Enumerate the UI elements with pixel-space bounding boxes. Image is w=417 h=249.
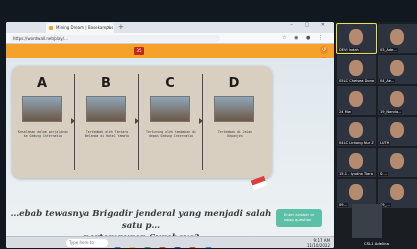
participant-tile[interactable]: S:... — [378, 148, 417, 177]
participant-tile[interactable]: LUTH — [378, 117, 417, 146]
participant-video — [349, 184, 363, 200]
address-bar-row: https://wordwall.net/play/... ☆ ◉ ● ⋮ — [6, 33, 334, 44]
edge-icon[interactable] — [114, 247, 121, 248]
participant-name: DEVI Indah — [338, 48, 360, 52]
address-bar[interactable]: https://wordwall.net/play/... — [10, 35, 220, 42]
participant-video — [349, 122, 363, 138]
participant-video — [390, 153, 404, 169]
participant-name: 04_Ae... — [379, 79, 396, 83]
participant-tile[interactable]: 03_Ade... — [378, 24, 417, 53]
option-c[interactable]: C Terkurung oleh tembakan di depan Gedun… — [144, 66, 200, 178]
option-b[interactable]: B Tertembak oleh Tentara Belanda di Hote… — [80, 66, 136, 178]
participant-video — [349, 91, 363, 107]
arrow-divider — [71, 74, 75, 170]
participant-name: 03_Ade... — [379, 48, 398, 52]
excel-icon[interactable] — [144, 247, 152, 248]
participant-tile[interactable]: 04LC Lintang Nur Z — [337, 117, 376, 146]
participant-video — [390, 91, 404, 107]
participant-name: 24 Mw — [338, 110, 352, 114]
indonesia-flag-icon — [250, 175, 268, 191]
option-text: Kesalahan dalam perjalanan ke Gedung Int… — [18, 130, 68, 138]
participant-name: CSL1 Adelina — [364, 241, 389, 246]
taskbar-search[interactable]: Type here to search — [66, 239, 108, 247]
arrow-divider — [199, 74, 203, 170]
participant-tile[interactable]: 09_... — [378, 179, 417, 208]
game-top-bar: 35 — [6, 44, 334, 58]
hint-box[interactable]: Enter answer or swap question — [276, 209, 322, 227]
participant-tile[interactable]: 04_Ae... — [378, 55, 417, 84]
participant-tile[interactable]: 19_Nanda... — [378, 86, 417, 115]
word-icon[interactable] — [174, 247, 182, 248]
question-line-1: …ebab tewasnya Brigadir jenderal yang me… — [10, 209, 272, 231]
participant-tile[interactable]: DEVI Indah — [336, 23, 377, 54]
participant-name: 09... — [338, 203, 348, 207]
option-photo — [150, 96, 190, 122]
answer-card: A Kesalahan dalam perjalanan ke Gedung I… — [12, 66, 272, 191]
option-photo — [86, 96, 126, 122]
participant-video — [390, 184, 404, 200]
browser-tab[interactable]: Mining Dream | Basekampus ✕ — [46, 23, 114, 33]
option-photo — [22, 96, 62, 122]
participant-name: 15.1 - Iyudha Tiara — [338, 172, 374, 176]
participant-name: S:... — [379, 172, 388, 176]
browser-tabbar: Mining Dream | Basekampus ✕ + – ▢ ✕ — [6, 22, 334, 33]
taskbar-apps — [114, 239, 215, 248]
browser-toolbar-icons[interactable]: ☆ ◉ ● ⋮ — [282, 35, 326, 41]
tray-date: 11/10/2022 — [306, 243, 330, 248]
arrow-divider — [135, 74, 139, 170]
participant-tile[interactable]: 05LC Chelsea Dona — [337, 55, 376, 84]
participant-name: 05LC Chelsea Dona — [338, 79, 376, 83]
participant-video — [390, 29, 404, 45]
participant-name: 04LC Lintang Nur Z — [338, 141, 375, 145]
option-photo — [214, 96, 254, 122]
option-text: Terkurung oleh tembakan di depan Gedung … — [146, 130, 196, 138]
option-letter: D — [228, 76, 240, 91]
chrome-icon[interactable] — [189, 247, 197, 248]
participant-name: LUTH — [379, 141, 391, 145]
folder-icon[interactable] — [129, 247, 137, 248]
tab-close-icon[interactable]: ✕ — [107, 23, 111, 33]
participant-video — [349, 153, 363, 169]
participant-tile-large[interactable]: CSL1 Adelina — [352, 204, 389, 246]
option-a[interactable]: A Kesalahan dalam perjalanan ke Gedung I… — [16, 66, 72, 178]
screen: Mining Dream | Basekampus ✕ + – ▢ ✕ http… — [0, 0, 417, 249]
participant-name: 19_Nanda... — [379, 110, 403, 114]
zoom-icon[interactable] — [204, 247, 212, 248]
option-text: Tertembak oleh Tentara Belanda di Hotel … — [84, 130, 130, 138]
option-letter: A — [36, 76, 48, 91]
system-tray: 9:17 AM 11/10/2022 — [307, 238, 330, 248]
presenter-monitor: Mining Dream | Basekampus ✕ + – ▢ ✕ http… — [6, 22, 334, 248]
favicon-icon — [49, 26, 53, 30]
option-letter: B — [101, 76, 111, 91]
option-d[interactable]: D Tertembak di Jalan Kepanjen — [208, 66, 264, 178]
participant-tile[interactable]: 24 Mw — [337, 86, 376, 115]
option-text: Tertembak di Jalan Kepanjen — [217, 130, 253, 138]
game-stage: A Kesalahan dalam perjalanan ke Gedung I… — [6, 58, 334, 248]
participant-video — [349, 29, 363, 45]
new-tab-button[interactable]: + — [118, 23, 124, 31]
participant-video — [349, 60, 363, 76]
option-letter: C — [165, 76, 175, 91]
participant-tile[interactable]: 15.1 - Iyudha Tiara — [337, 148, 376, 177]
powerpoint-icon[interactable] — [159, 247, 167, 248]
participant-video — [390, 60, 404, 76]
windows-taskbar: Type here to search 9:17 AM 11/10/2022 — [6, 236, 334, 248]
participant-video — [390, 122, 404, 138]
window-controls[interactable]: – ▢ ✕ — [290, 22, 330, 28]
restart-icon[interactable]: ↺ — [320, 46, 328, 54]
tab-title: Mining Dream | Basekampus — [56, 25, 114, 30]
coin-counter: 35 — [134, 47, 144, 55]
